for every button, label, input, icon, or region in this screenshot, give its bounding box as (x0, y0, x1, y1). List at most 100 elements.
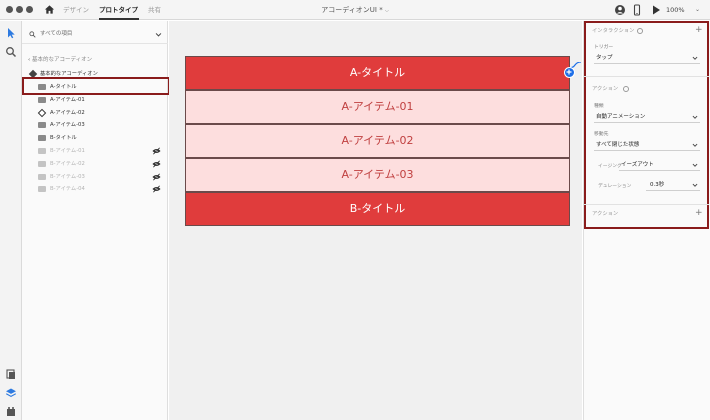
action-section-title: アクション (592, 86, 619, 92)
destination-select[interactable]: すべて閉じた状態 (594, 140, 700, 151)
footer-action-title: アクション (592, 211, 619, 217)
info-icon[interactable] (637, 28, 643, 34)
layer-filter-dropdown[interactable]: すべての項目 (28, 29, 162, 41)
hidden-eye-icon[interactable] (152, 147, 161, 155)
properties-panel: インタラクション + トリガー タップ アクション 種類 自動アニメーション 移… (583, 21, 710, 420)
layer-row[interactable]: B-アイテム-03 (22, 171, 168, 183)
tab-prototype[interactable]: プロトタイプ (99, 5, 138, 15)
accordion-item-row[interactable]: A-アイテム-01 (185, 90, 570, 124)
window-close-button[interactable] (6, 6, 13, 13)
document-title: アコーディオンUI * (321, 6, 383, 14)
layer-row[interactable]: B-アイテム-04 (22, 183, 168, 195)
add-action-button[interactable]: + (695, 209, 703, 218)
chevron-down-icon (692, 56, 698, 60)
back-to-parent-button[interactable]: ‹ 基本的なアコーディオン (28, 56, 92, 64)
destination-label: 移動先 (594, 132, 609, 137)
document-title-dropdown[interactable]: アコーディオンUI * ⌵ (290, 5, 420, 16)
easing-value: イーズアウト (621, 162, 654, 168)
duration-select[interactable]: 0.3秒 (646, 180, 700, 191)
destination-value: すべて閉じた状態 (596, 142, 640, 148)
assets-icon[interactable] (5, 368, 17, 380)
layer-label: B-アイテム-04 (50, 186, 85, 193)
play-icon[interactable] (650, 4, 662, 16)
action-type-select[interactable]: 自動アニメーション (594, 112, 700, 123)
folder-icon (38, 122, 46, 129)
divider (22, 43, 168, 44)
folder-icon (38, 148, 46, 154)
layer-label: A-アイテム-02 (50, 109, 85, 116)
zoom-caret-icon[interactable]: ⌄ (695, 6, 700, 14)
accordion-item-row[interactable]: A-アイテム-02 (185, 124, 570, 158)
accordion-title-row[interactable]: B-タイトル (185, 192, 570, 226)
layer-row[interactable]: A-アイテム-03 (22, 119, 168, 131)
layer-row[interactable]: B-アイテム-02 (22, 158, 168, 170)
layer-filter-label: すべての項目 (40, 31, 73, 37)
action-type-value: 自動アニメーション (596, 114, 646, 120)
divider (584, 204, 709, 205)
selected-layer-highlight (22, 77, 170, 95)
user-icon[interactable] (614, 4, 626, 16)
mobile-device-icon[interactable] (631, 4, 643, 16)
chevron-down-icon (692, 143, 698, 147)
type-label: 種類 (594, 104, 604, 109)
layer-row[interactable]: A-アイテム-02 (22, 107, 168, 119)
search-icon (29, 31, 36, 38)
trigger-label: トリガー (594, 45, 614, 50)
chevron-down-icon (692, 183, 698, 187)
chevron-down-icon (692, 115, 698, 119)
plus-icon (566, 69, 572, 75)
canvas[interactable]: A-タイトル A-アイテム-01 A-アイテム-02 A-アイテム-03 B-タイトル (169, 21, 582, 420)
layer-label: A-アイテム-03 (50, 122, 85, 129)
hidden-eye-icon[interactable] (152, 185, 161, 193)
accordion-row-label: B-タイトル (349, 202, 406, 215)
layer-label: B-アイテム-02 (50, 160, 85, 167)
layer-label: A-アイテム-01 (50, 96, 85, 103)
layer-row[interactable]: B-アイテム-01 (22, 145, 168, 157)
folder-icon (38, 160, 46, 167)
hidden-eye-icon[interactable] (152, 160, 161, 168)
layer-label: B-タイトル (50, 135, 77, 142)
chevron-down-icon (692, 163, 698, 167)
title-bar: デザイン プロトタイプ 共有 アコーディオンUI * ⌵ 100% ⌄ (0, 0, 710, 20)
window-minimize-button[interactable] (16, 6, 23, 13)
chevron-down-icon: ⌵ (384, 8, 389, 14)
chevron-down-icon (155, 33, 162, 37)
tab-share[interactable]: 共有 (148, 5, 161, 15)
tab-design[interactable]: デザイン (63, 5, 89, 15)
folder-icon (38, 186, 46, 193)
duration-label: デュレーション (598, 184, 632, 189)
window-zoom-button[interactable] (26, 6, 33, 13)
component-instance-icon (37, 108, 47, 117)
folder-icon (38, 173, 46, 180)
home-icon[interactable] (44, 4, 55, 15)
divider (584, 76, 709, 77)
select-arrow-icon[interactable] (5, 27, 17, 39)
magnifier-icon[interactable] (5, 46, 17, 58)
plugins-icon[interactable] (5, 405, 17, 417)
duration-value: 0.3秒 (650, 182, 665, 188)
layer-label: B-アイテム-01 (50, 148, 85, 154)
accordion-row-label: A-アイテム-02 (341, 134, 414, 147)
accordion-row-label: A-アイテム-01 (341, 100, 414, 113)
active-tab-indicator (99, 18, 139, 20)
accordion-title-row[interactable]: A-タイトル (185, 56, 570, 90)
easing-select[interactable]: イーズアウト (619, 160, 700, 171)
accordion-artboard[interactable]: A-タイトル A-アイテム-01 A-アイテム-02 A-アイテム-03 B-タイトル (185, 56, 570, 226)
info-icon[interactable] (623, 86, 629, 92)
trigger-value: タップ (596, 55, 613, 61)
accordion-item-row[interactable]: A-アイテム-03 (185, 158, 570, 192)
layer-label: B-アイテム-03 (50, 173, 85, 180)
zoom-level[interactable]: 100% (666, 5, 685, 15)
tool-bar (0, 21, 22, 420)
trigger-select[interactable]: タップ (594, 53, 700, 64)
accordion-row-label: A-アイテム-03 (341, 168, 414, 181)
folder-icon (38, 96, 46, 103)
folder-icon (38, 135, 46, 142)
add-interaction-button[interactable]: + (695, 26, 703, 35)
layers-icon[interactable] (5, 387, 17, 399)
hidden-eye-icon[interactable] (152, 173, 161, 181)
accordion-row-label: A-タイトル (349, 66, 406, 79)
layer-row[interactable]: B-タイトル (22, 132, 168, 144)
layer-row[interactable]: A-アイテム-01 (22, 94, 168, 106)
wire-handle[interactable] (564, 67, 575, 78)
